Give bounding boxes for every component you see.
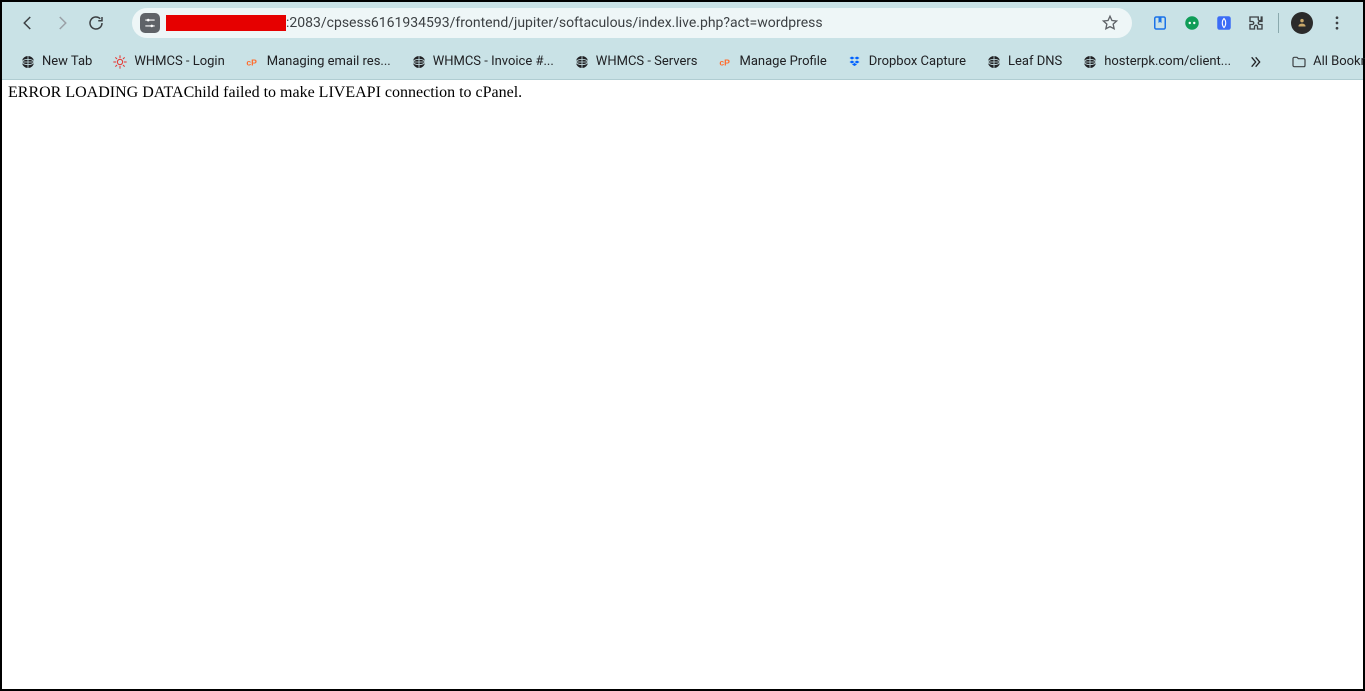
extensions-button[interactable] [1246,13,1266,33]
bookmark-label: Dropbox Capture [869,54,966,69]
blue-square-icon [1215,14,1233,32]
bookmark-item[interactable]: WHMCS - Servers [566,50,706,74]
globe-icon [20,54,36,70]
bookmark-item[interactable]: cP Managing email res... [237,50,399,74]
bookmark-star-button[interactable] [1098,11,1122,35]
chrome-menu-button[interactable] [1325,11,1349,35]
extension-icon-1[interactable] [1150,13,1170,33]
chevrons-right-icon [1247,54,1263,70]
bookmark-item[interactable]: New Tab [12,50,100,74]
bookmarks-overflow-button[interactable] [1247,50,1263,74]
bookmark-label: hosterpk.com/client... [1104,54,1231,69]
forward-button[interactable] [48,9,76,37]
dots-vertical-icon [1328,14,1346,32]
bookmark-item[interactable]: hosterpk.com/client... [1074,50,1239,74]
globe-icon [574,54,590,70]
bookmarks-bar: New Tab WHMCS - Login cP Managing email res… [2,44,1363,80]
dropbox-icon [847,54,863,70]
bookmark-label: New Tab [42,54,92,69]
url-redacted-host [166,15,286,31]
cp-icon: cP [718,54,734,70]
all-bookmarks-button[interactable]: All Bookmarks [1283,50,1365,74]
url-text: :2083/cpsess6161934593/frontend/jupiter/… [286,15,1098,31]
cp-icon: cP [245,54,261,70]
gear-red-icon [112,54,128,70]
bookmark-item[interactable]: cP Manage Profile [710,50,835,74]
error-message: ERROR LOADING DATAChild failed to make L… [8,84,522,101]
extension-icon-3[interactable] [1214,13,1234,33]
toolbar-separator [1278,13,1279,33]
all-bookmarks-label: All Bookmarks [1313,54,1365,69]
tune-icon [143,16,157,30]
back-button[interactable] [14,9,42,37]
svg-text:cP: cP [719,57,730,67]
bookmark-item[interactable]: WHMCS - Login [104,50,232,74]
green-circle-icon [1183,14,1201,32]
svg-text:cP: cP [246,57,257,67]
bookmark-label: Managing email res... [267,54,391,69]
bookmark-label: WHMCS - Servers [596,54,698,69]
site-info-button[interactable] [140,13,160,33]
browser-toolbar: :2083/cpsess6161934593/frontend/jupiter/… [2,2,1363,44]
folder-icon [1291,54,1307,70]
bookmark-label: WHMCS - Login [134,54,224,69]
puzzle-icon [1247,14,1265,32]
globe-icon [411,54,427,70]
bookmark-label: Leaf DNS [1008,54,1062,69]
address-bar[interactable]: :2083/cpsess6161934593/frontend/jupiter/… [132,8,1132,38]
bookmark-item[interactable]: Leaf DNS [978,50,1070,74]
arrow-right-icon [53,14,71,32]
omnibox-actions [1098,11,1122,35]
avatar-icon [1295,16,1309,30]
extension-icon-2[interactable] [1182,13,1202,33]
bookmark-item[interactable]: WHMCS - Invoice #... [403,50,562,74]
arrow-left-icon [19,14,37,32]
bookmark-label: WHMCS - Invoice #... [433,54,554,69]
profile-avatar[interactable] [1291,12,1313,34]
toolbar-right [1142,11,1357,35]
bookmark-tab-icon [1151,14,1169,32]
nav-buttons [8,9,116,37]
star-icon [1101,14,1119,32]
bookmark-item[interactable]: Dropbox Capture [839,50,974,74]
globe-icon [1082,54,1098,70]
globe-icon [986,54,1002,70]
page-content: ERROR LOADING DATAChild failed to make L… [2,80,1363,106]
bookmark-label: Manage Profile [740,54,827,69]
reload-button[interactable] [82,9,110,37]
reload-icon [87,14,105,32]
